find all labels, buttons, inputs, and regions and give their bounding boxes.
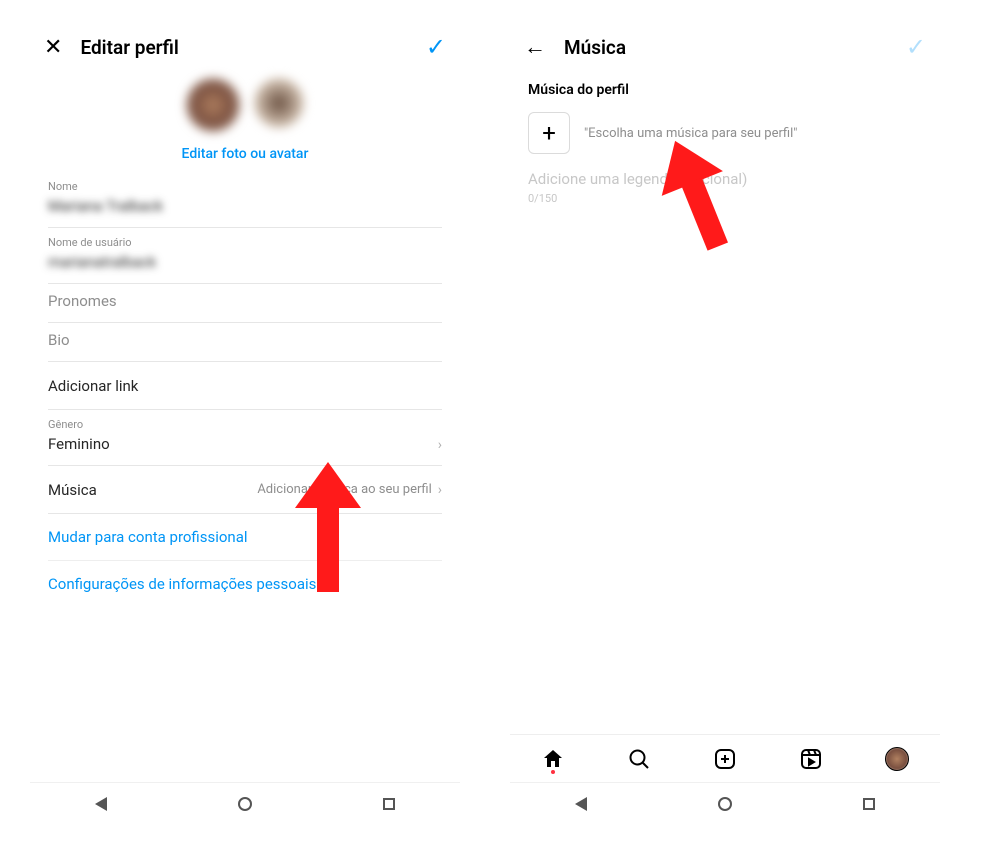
username-field[interactable]: Nome de usuário marianatralback [48,228,442,284]
bottom-nav [510,734,940,782]
nav-recent-icon[interactable] [863,798,875,810]
android-nav [30,782,460,824]
username-value: marianatralback [48,253,442,271]
bio-label: Bio [48,331,442,349]
name-field[interactable]: Nome Mariana Tralback [48,172,442,228]
search-icon[interactable] [627,747,651,771]
caption-input[interactable]: Adicione uma legenda (opcional) [510,170,940,188]
nav-back-icon[interactable] [95,797,107,811]
nav-recent-icon[interactable] [383,798,395,810]
home-icon[interactable] [541,747,565,771]
profile-photo[interactable] [186,78,240,132]
android-nav [510,782,940,824]
gender-field[interactable]: Gênero Feminino › [48,410,442,466]
phone-music: ← Música ✓ Música do perfil + "Escolha u… [510,18,940,824]
reels-icon[interactable] [799,747,823,771]
gender-value: Feminino [48,435,110,453]
section-label: Música do perfil [510,76,940,112]
music-row[interactable]: Música Adicionar música ao seu perfil › [48,466,442,514]
name-value: Mariana Tralback [48,197,442,215]
create-icon[interactable] [713,747,737,771]
pronouns-label: Pronomes [48,292,442,310]
music-value: Adicionar música ao seu perfil [257,482,431,497]
nav-back-icon[interactable] [575,797,587,811]
add-link-label: Adicionar link [48,377,138,395]
chevron-right-icon: › [438,437,442,453]
chevron-right-icon: › [438,482,442,498]
add-music-button[interactable]: + [528,112,570,154]
nav-home-icon[interactable] [238,797,252,811]
avatar-photo[interactable] [254,78,304,128]
add-music-row[interactable]: + "Escolha uma música para seu perfil" [510,112,940,154]
page-title: Música [564,36,626,59]
add-link-row[interactable]: Adicionar link [48,362,442,410]
header: ✕ Editar perfil ✓ [30,18,460,76]
close-icon[interactable]: ✕ [44,35,62,60]
nav-home-icon[interactable] [718,797,732,811]
gender-label: Gênero [48,418,110,431]
profile-avatar-icon[interactable] [885,747,909,771]
add-music-text: "Escolha uma música para seu perfil" [584,126,797,141]
edit-photo-link[interactable]: Editar foto ou avatar [30,146,460,162]
pronouns-field[interactable]: Pronomes [48,284,442,323]
personal-info-link[interactable]: Configurações de informações pessoais [48,561,442,607]
page-title: Editar perfil [80,36,178,59]
name-label: Nome [48,180,442,193]
bio-field[interactable]: Bio [48,323,442,362]
switch-professional-link[interactable]: Mudar para conta profissional [48,514,442,561]
back-arrow-icon[interactable]: ← [524,34,546,60]
confirm-check-icon[interactable]: ✓ [426,33,446,61]
header: ← Música ✓ [510,18,940,76]
music-label: Música [48,481,97,499]
phone-edit-profile: ✕ Editar perfil ✓ Editar foto ou avatar … [30,18,460,824]
confirm-check-icon[interactable]: ✓ [906,33,926,61]
plus-icon: + [542,119,556,147]
username-label: Nome de usuário [48,236,442,249]
caption-limit: 0/150 [510,188,940,209]
notification-dot [551,770,555,774]
avatar-row [30,78,460,132]
edit-form: Nome Mariana Tralback Nome de usuário ma… [30,172,460,607]
